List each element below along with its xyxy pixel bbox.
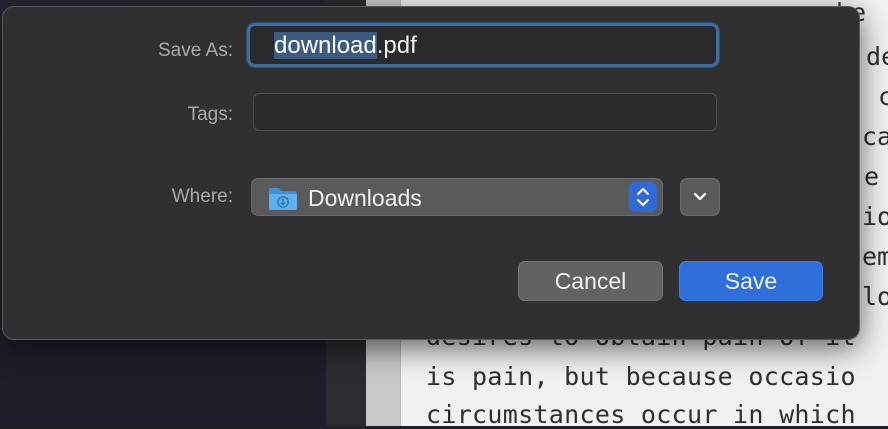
tags-input[interactable]	[253, 93, 717, 131]
chevron-down-icon	[693, 192, 707, 201]
popup-stepper-icon	[629, 182, 657, 212]
document-fragment: e	[864, 162, 880, 191]
document-line: circumstances occur in which	[426, 400, 856, 429]
save-as-label: Save As:	[158, 40, 233, 61]
document-line: is pain, but because occasio	[426, 362, 856, 391]
document-fragment: io	[862, 202, 888, 231]
where-value: Downloads	[308, 185, 422, 211]
where-popup-button[interactable]: Downloads	[251, 178, 663, 216]
where-label: Where:	[171, 186, 233, 207]
filename-selection: download	[274, 32, 377, 59]
expand-dialog-button[interactable]	[680, 178, 720, 216]
cancel-button[interactable]: Cancel	[518, 261, 663, 301]
filename-extension: .pdf	[376, 32, 417, 59]
downloads-folder-icon	[269, 188, 297, 210]
save-dialog: Save As: download.pdf Tags: Where: Downl…	[2, 6, 860, 340]
save-button[interactable]: Save	[679, 261, 823, 301]
document-fragment: em	[862, 242, 888, 271]
document-fragment: de	[866, 42, 888, 71]
document-fragment: lo	[862, 282, 888, 311]
document-fragment: c	[878, 82, 888, 111]
filename-text: download.pdf	[274, 32, 417, 60]
tags-label: Tags:	[187, 104, 233, 125]
save-as-input[interactable]: download.pdf	[247, 23, 719, 67]
document-fragment: ca	[862, 122, 888, 151]
